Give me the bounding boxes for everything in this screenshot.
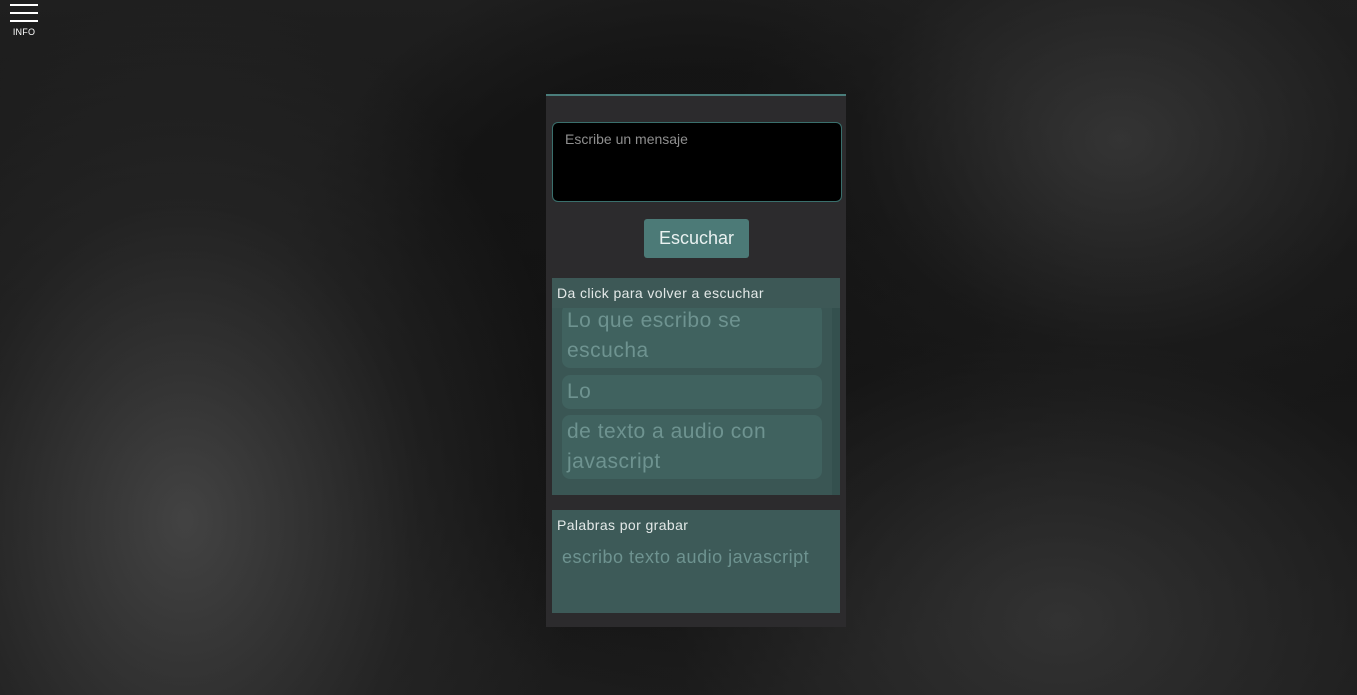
history-list[interactable]: Lo que escribo se escucha Lo de texto a … [552,308,832,495]
menu-button[interactable]: INFO [10,4,38,37]
pending-words: escribo texto audio javascript [562,547,810,567]
listen-button[interactable]: Escuchar [644,219,749,258]
menu-label: INFO [12,27,36,37]
message-input[interactable] [552,122,842,202]
history-scrollbar[interactable] [832,308,840,495]
speech-panel: Escuchar Da click para volver a escuchar… [546,94,846,627]
history-item[interactable]: de texto a audio con javascript [562,415,822,479]
hamburger-menu-icon[interactable] [10,4,38,24]
history-item[interactable]: Lo [562,375,822,409]
pending-header: Palabras por grabar [557,517,689,533]
history-header: Da click para volver a escuchar [552,278,840,308]
pending-words-box: Palabras por grabar escribo texto audio … [552,510,840,613]
history-item[interactable]: Lo que escribo se escucha [562,308,822,368]
history-box: Da click para volver a escuchar Lo que e… [552,278,840,495]
